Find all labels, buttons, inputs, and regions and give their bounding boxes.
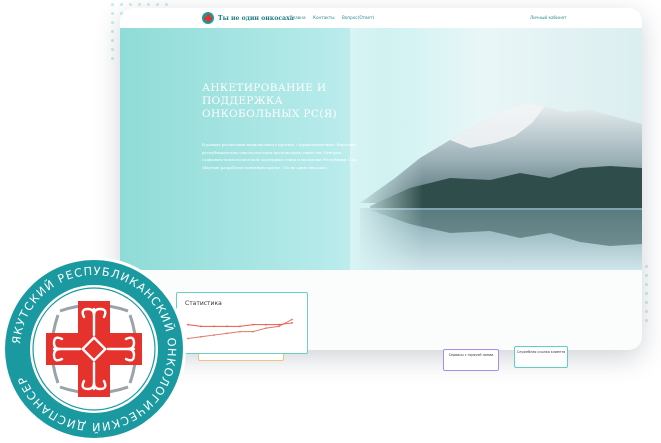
series-1-point-5 <box>252 323 254 326</box>
series-1-point-7 <box>278 323 280 326</box>
service-link-card-title: Служебная ссылка клиента <box>516 350 566 354</box>
series-1-point-6 <box>265 323 267 326</box>
series-0-point-2 <box>213 334 215 336</box>
hero-title: Анкетирование и поддержка онкобольных РС… <box>202 82 337 120</box>
series-1-point-2 <box>213 325 215 328</box>
site-navbar: Ты не один онкосаха Главна Контакты Вопр… <box>120 8 642 28</box>
hero-section: Анкетирование и поддержка онкобольных РС… <box>120 28 642 270</box>
series-0-point-4 <box>239 330 241 333</box>
nav-link-contacts[interactable]: Контакты <box>313 15 335 20</box>
hotline-card-title: Сервисы с горячей линии <box>448 353 494 357</box>
series-1-point-4 <box>239 325 241 328</box>
oncology-dispensary-emblem: ЯКУТСКИЙ РЕСПУБЛИКАНСКИЙ ОНКОЛОГИЧЕСКИЙ … <box>2 257 186 441</box>
series-0-point-8 <box>291 318 293 321</box>
site-logo[interactable]: Ты не один онкосаха <box>202 12 294 24</box>
service-link-card[interactable]: Служебная ссылка клиента <box>514 346 568 368</box>
mountain-lake-image <box>350 28 642 270</box>
nav-link-home[interactable]: Главна <box>290 15 306 20</box>
hero-description: В рамках реализации национального проект… <box>202 142 358 170</box>
series-0-point-5 <box>252 330 254 333</box>
series-1-point-1 <box>200 325 202 328</box>
hotline-card[interactable]: Сервисы с горячей линии <box>443 349 499 371</box>
series-1-point-8 <box>291 322 293 324</box>
statistics-card[interactable]: Статистика <box>176 292 308 354</box>
statistics-chart <box>187 318 293 340</box>
series-0-point-3 <box>226 332 228 335</box>
personal-account-link[interactable]: Личный кабинет <box>530 15 567 20</box>
series-0-point-6 <box>265 327 267 330</box>
series-line-0 <box>187 319 293 340</box>
logo-text: Ты не один онкосаха <box>218 14 294 22</box>
series-1-point-3 <box>226 325 228 328</box>
series-0-point-1 <box>200 335 202 338</box>
nav-link-faq[interactable]: Вопрос(Ответ) <box>342 15 374 20</box>
cross-logo-icon <box>202 12 214 24</box>
statistics-title: Статистика <box>185 300 222 307</box>
series-0-point-7 <box>278 325 280 328</box>
